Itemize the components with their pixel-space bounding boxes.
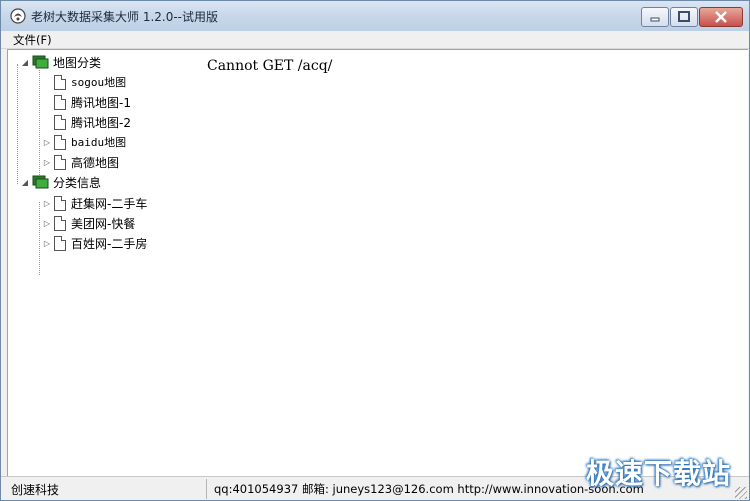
document-icon [54,195,66,211]
minimize-icon [650,17,660,22]
tree-item-label: 腾讯地图-2 [71,115,131,130]
tree-group-label: 地图分类 [53,55,102,70]
tree-item-label: 高德地图 [71,155,120,170]
document-icon [54,134,66,150]
tree-group-map[interactable]: ◢ 地图分类 [20,52,101,72]
tree-item-label: 腾讯地图-1 [71,95,131,110]
collapsed-arrow-icon[interactable]: ▷ [42,199,52,208]
window-title: 老树大数据采集大师 1.2.0--试用版 [31,10,219,24]
tree-item-label: 赶集网-二手车 [71,196,148,211]
status-divider [206,479,207,499]
maximize-icon [678,11,690,22]
tree-item-label: baidu地图 [71,136,127,149]
title-bar[interactable]: 老树大数据采集大师 1.2.0--试用版 [1,1,749,31]
maximize-button[interactable] [670,7,698,27]
folder-icon [32,55,49,69]
site-watermark: 极速下载站 [585,457,731,490]
collapsed-arrow-icon[interactable]: ▷ [42,239,52,248]
app-logo-icon [10,8,26,24]
document-icon [54,94,66,110]
error-message: Cannot GET /acq/ [207,58,333,74]
tree-connector [39,70,40,183]
minimize-button[interactable] [641,7,669,27]
close-icon [715,11,727,23]
tree-item-tencent-2[interactable]: 腾讯地图-2 [42,112,131,132]
resize-grip[interactable] [735,487,747,499]
tree-connector [39,202,40,275]
expanded-arrow-icon[interactable]: ◢ [20,58,30,67]
tree-item-ganji[interactable]: ▷ 赶集网-二手车 [42,193,147,213]
tree-item-tencent-1[interactable]: 腾讯地图-1 [42,92,131,112]
app-window: 老树大数据采集大师 1.2.0--试用版 文件(F) ◢ 地图分类 sogou地… [0,0,750,501]
tree-item-gaode[interactable]: ▷ 高德地图 [42,152,119,172]
collapsed-arrow-icon[interactable]: ▷ [42,219,52,228]
category-tree[interactable]: ◢ 地图分类 sogou地图 腾讯地图-1 腾讯地图-2 ▷ baidu地图 ▷… [7,49,197,477]
menu-file[interactable]: 文件(F) [13,32,52,48]
collapsed-arrow-icon[interactable]: ▷ [42,138,52,147]
tree-item-label: sogou地图 [71,76,127,89]
folder-icon [32,175,49,189]
tree-item-meituan[interactable]: ▷ 美团网-快餐 [42,213,135,233]
tree-group-classified[interactable]: ◢ 分类信息 [20,172,101,192]
document-icon [54,114,66,130]
tree-item-label: 百姓网-二手房 [71,236,148,251]
status-contact: qq:401054937 邮箱: juneys123@126.com http:… [214,482,644,496]
document-icon [54,74,66,90]
document-icon [54,235,66,251]
tree-group-label: 分类信息 [53,175,102,190]
document-icon [54,154,66,170]
tree-item-sogou[interactable]: sogou地图 [42,72,126,92]
menu-bar: 文件(F) [1,31,749,49]
tree-item-label: 美团网-快餐 [71,216,136,231]
collapsed-arrow-icon[interactable]: ▷ [42,158,52,167]
document-icon [54,215,66,231]
status-company: 创速科技 [11,483,60,497]
close-button[interactable] [699,7,743,27]
browser-content[interactable]: Cannot GET /acq/ [196,49,748,476]
window-controls [640,7,743,27]
tree-item-baidu[interactable]: ▷ baidu地图 [42,132,126,152]
tree-connector [17,64,18,184]
expanded-arrow-icon[interactable]: ◢ [20,178,30,187]
tree-item-baixing[interactable]: ▷ 百姓网-二手房 [42,233,147,253]
